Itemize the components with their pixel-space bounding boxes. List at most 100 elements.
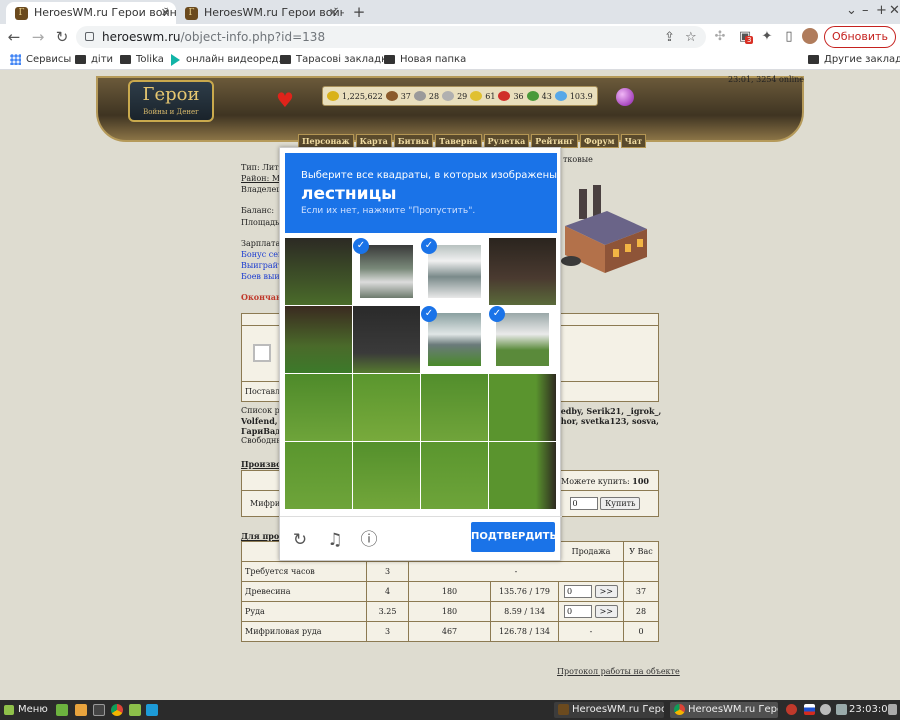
resource-value: 36 [513, 91, 524, 101]
bookmark-star-icon[interactable]: ☆ [685, 31, 697, 45]
tab-heroes-1[interactable]: Г HeroesWM.ru Герои войны и ✕ [6, 2, 176, 24]
mana-orb-icon[interactable] [616, 88, 634, 106]
buy-button[interactable]: Купить [600, 497, 641, 510]
captcha-tile[interactable] [489, 238, 556, 305]
game-menu-item[interactable]: Таверна [435, 134, 482, 148]
tab-heroes-2[interactable]: Г HeroesWM.ru Герои войны и ✕ [176, 2, 344, 24]
sell-quantity-input[interactable]: 0 [564, 605, 593, 618]
bookmark-folder-new[interactable]: Новая папка [384, 53, 466, 67]
resource-value: 29 [457, 91, 468, 101]
game-menu-item[interactable]: Персонаж [298, 134, 354, 148]
extension-icon[interactable]: ✣ [711, 28, 729, 46]
bookmark-folder-taras[interactable]: Тарасові закладки [280, 53, 394, 67]
update-button[interactable]: Обновить ⋮ [824, 26, 896, 63]
puzzle-icon[interactable]: ✦ [758, 28, 776, 46]
bookmark-video-editor[interactable]: онлайн видеоред... [170, 53, 288, 67]
sell-button[interactable]: >> [594, 605, 618, 618]
flag-icon[interactable] [804, 704, 815, 715]
resource-icon [442, 91, 455, 101]
captcha-tile-image [285, 442, 352, 509]
sell-quantity-input[interactable]: 0 [564, 585, 593, 598]
buy-quantity-input[interactable]: 0 [569, 497, 598, 510]
sidepanel-icon[interactable]: ▯ [780, 28, 798, 46]
captcha-tile[interactable] [421, 374, 488, 441]
reload-icon[interactable]: ↻ [52, 27, 72, 47]
taskbar-window-1[interactable]: HeroesWM.ru Геро [554, 702, 664, 718]
network-icon[interactable] [836, 704, 847, 715]
captcha-tile[interactable] [489, 374, 556, 441]
object-log-link[interactable]: Протокол работы на объекте [557, 667, 680, 676]
worker-names[interactable]: tedby, Serik21, _igrok_, [557, 406, 661, 416]
bookmark-other[interactable]: Другие закладки [808, 53, 900, 67]
district-link[interactable]: Район: Mi [241, 174, 283, 183]
captcha-tile[interactable]: ✓ [421, 306, 488, 373]
settings-icon[interactable] [75, 704, 87, 716]
close-window-icon[interactable]: ✕ [889, 3, 900, 18]
captcha-tile[interactable] [285, 238, 352, 305]
avatar[interactable] [802, 28, 818, 44]
chevron-down-icon[interactable]: ⌄ [846, 3, 857, 18]
address-bar[interactable]: heroeswm.ru/object-info.php?id=138 ⇪ ☆ [76, 26, 706, 48]
desktop-icon[interactable] [56, 704, 68, 716]
table-cell: 28 [623, 601, 659, 622]
start-menu-button[interactable]: Меню [4, 703, 48, 717]
captcha-tile[interactable] [353, 442, 420, 509]
captcha-tile-image [285, 238, 352, 305]
object-balance: Баланс: [241, 206, 275, 215]
chrome-icon[interactable] [111, 704, 123, 716]
captcha-tile[interactable] [489, 442, 556, 509]
table-cell: - [408, 561, 624, 582]
game-menu-item[interactable]: Рейтинг [531, 134, 578, 148]
captcha-tile[interactable]: ✓ [489, 306, 556, 373]
game-logo[interactable]: Герои Войны и Денег [128, 80, 214, 122]
minimize-icon[interactable]: – [862, 3, 869, 18]
bookmark-folder-kids[interactable]: діти [75, 53, 113, 67]
game-menu-item[interactable]: Форум [579, 134, 619, 148]
captcha-tile[interactable] [421, 442, 488, 509]
reload-icon[interactable]: ↻ [290, 530, 310, 550]
user-icon[interactable] [820, 704, 831, 715]
back-arrow-icon[interactable]: ← [4, 27, 24, 47]
captcha-tile[interactable] [285, 306, 352, 373]
sell-button[interactable]: >> [594, 585, 618, 598]
close-icon[interactable]: ✕ [161, 2, 170, 24]
extension-badge-icon[interactable]: ▣3 [736, 28, 754, 46]
bookmark-label: Tolika [136, 54, 164, 65]
resource-bar: 1,225,622 37 28 29 61 36 43 103.9 [322, 86, 598, 106]
game-menu-item[interactable]: Рулетка [483, 134, 530, 148]
volume-icon[interactable] [888, 704, 897, 715]
folder-icon [808, 55, 819, 64]
taskbar-window-2[interactable]: HeroesWM.ru Геро... [670, 702, 778, 718]
game-menu-item[interactable]: Битвы [393, 134, 434, 148]
captcha-tile[interactable] [285, 442, 352, 509]
terminal-icon[interactable] [93, 704, 105, 716]
maximize-icon[interactable]: + [876, 3, 887, 18]
bookmark-folder-tolika[interactable]: Tolika [120, 53, 164, 67]
battles-link[interactable]: Боев выиг [241, 272, 284, 281]
close-icon[interactable]: ✕ [329, 2, 338, 24]
heart-icon[interactable]: ♥ [276, 90, 294, 110]
bookmark-services[interactable]: Сервисы [10, 53, 71, 67]
captcha-tile[interactable] [285, 374, 352, 441]
captcha-tile[interactable]: ✓ [353, 238, 420, 305]
checkbox[interactable] [253, 343, 271, 362]
game-menu: Персонаж Карта Битвы Таверна Рулетка Рейтинг Ф… [298, 134, 647, 148]
shield-icon[interactable] [786, 704, 797, 715]
captcha-tile[interactable] [353, 374, 420, 441]
captcha-tile[interactable]: ✓ [421, 238, 488, 305]
new-tab-button[interactable]: + [348, 2, 370, 22]
url-host: heroeswm.ru [102, 30, 181, 44]
game-menu-item[interactable]: Карта [355, 134, 392, 148]
skype-icon[interactable] [146, 704, 158, 716]
bookmark-label: Тарасові закладки [296, 54, 394, 65]
share-icon[interactable]: ⇪ [664, 31, 675, 45]
captcha-tile[interactable] [353, 306, 420, 373]
files-icon[interactable] [129, 704, 141, 716]
game-menu-item[interactable]: Чат [620, 134, 647, 148]
worker-names[interactable]: thor, svetka123, sosva, [557, 416, 661, 426]
forward-arrow-icon[interactable]: → [28, 27, 48, 47]
resource-icon [498, 91, 511, 101]
info-icon[interactable]: ⓘ [359, 530, 379, 550]
headphones-icon[interactable]: ♫ [325, 530, 345, 550]
verify-button[interactable]: ПОДТВЕРДИТЬ [471, 522, 557, 552]
